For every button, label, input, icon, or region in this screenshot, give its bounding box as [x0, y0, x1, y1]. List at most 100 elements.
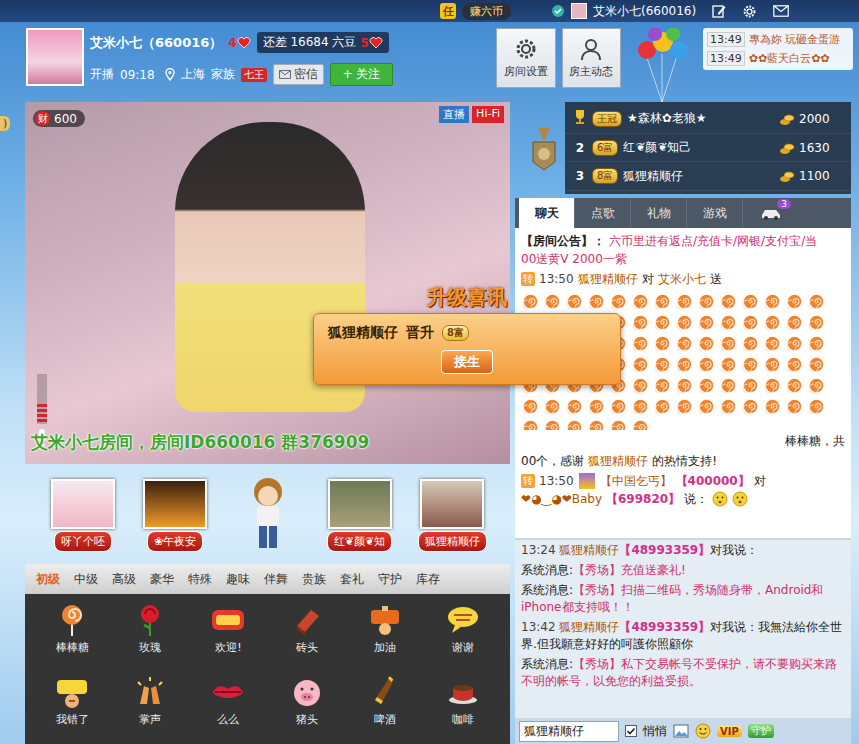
action-label[interactable]: 房主动态 — [569, 64, 613, 79]
gift-icon — [289, 674, 325, 710]
system-message: 系统消息:【秀场】私下交易帐号不受保护，请不要购买来路不明的帐号，以免您的利益受… — [521, 656, 845, 690]
family-tag[interactable]: 七王 — [241, 68, 267, 82]
lollipop-icon — [589, 294, 604, 309]
notice-item[interactable]: 13:49專為妳 玩砸金蛋游 — [707, 32, 849, 47]
audience-avatar — [328, 479, 392, 529]
room-action-button[interactable]: 房间设置 — [496, 28, 555, 88]
gift-tab[interactable]: 豪华 — [143, 565, 181, 594]
gift-icon — [367, 674, 403, 710]
lollipop-icon — [611, 294, 626, 309]
sender-name[interactable]: 狐狸精顺仔 — [588, 452, 648, 470]
chat-tab[interactable]: 点歌 — [575, 198, 631, 228]
gift-item[interactable]: 谢谢 — [424, 602, 502, 674]
lollipop-icon — [743, 315, 758, 330]
lollipop-icon — [765, 399, 780, 414]
gift-item[interactable]: 猪头 — [267, 674, 345, 744]
follow-button[interactable]: + 关注 — [330, 63, 394, 86]
whisper-checkbox[interactable] — [625, 725, 637, 737]
task-link[interactable]: 任赚六币 — [440, 3, 511, 20]
gift-item[interactable]: 玫瑰 — [111, 602, 189, 674]
lollipop-icon — [765, 336, 780, 351]
popup-verb: 晋升 — [406, 324, 434, 342]
gift-item[interactable]: 掌声 — [111, 674, 189, 744]
receiver-name[interactable]: ❤◕‿◕❤Baby — [521, 490, 602, 508]
popup-box: 狐狸精顺仔晋升8富接生 — [313, 313, 621, 385]
gift-tab[interactable]: 套礼 — [333, 565, 371, 594]
next-level-number: 5 — [360, 36, 368, 50]
user-name[interactable]: 艾米小七(660016) — [593, 3, 696, 20]
chat-tab[interactable]: 聊天 — [519, 198, 575, 228]
target-select[interactable]: 狐狸精顺仔 — [519, 721, 619, 742]
sender-name[interactable]: 【中国乞丐】 — [600, 472, 672, 490]
audience-name: 狐狸精顺仔 — [418, 531, 487, 552]
settings-gear-icon — [742, 4, 757, 19]
gift-item[interactable]: 棒棒糖 — [33, 602, 111, 674]
upgrade-progress: 还差 16684 六豆5 — [257, 32, 389, 53]
host-name[interactable]: 艾米小七（660016） — [90, 34, 222, 52]
mascot[interactable] — [226, 476, 310, 552]
gift-item[interactable]: 砖头 — [267, 602, 345, 674]
gift-item[interactable]: 么么 — [189, 674, 267, 744]
receiver-name[interactable]: 艾米小七 — [658, 270, 706, 288]
live-label: 开播 — [90, 66, 114, 83]
gift-item[interactable]: 加油 — [346, 602, 424, 674]
gift-tab[interactable]: 趣味 — [219, 565, 257, 594]
gift-name: 么么 — [217, 712, 239, 727]
task-label[interactable]: 赚六币 — [462, 3, 511, 20]
audience-member[interactable]: 红❦颜❦知 — [318, 479, 402, 552]
audience-member[interactable]: ❀午夜安 — [133, 479, 217, 552]
action-label[interactable]: 房间设置 — [504, 64, 548, 79]
sender-name[interactable]: 狐狸精顺仔 — [559, 543, 619, 557]
lollipop-icon — [787, 378, 802, 393]
private-message: 13:24 狐狸精顺仔【48993359】对我说： — [521, 542, 845, 559]
guard-button[interactable]: 守护 — [748, 724, 774, 738]
car-tab[interactable]: 3 — [743, 198, 799, 228]
room-action-button[interactable]: 房主动态 — [562, 28, 621, 88]
private-log: 13:24 狐狸精顺仔【48993359】对我说：系统消息:【秀场】充值送豪礼!… — [515, 538, 851, 718]
side-tab[interactable]: ) — [0, 116, 10, 131]
audience-member[interactable]: 呀丫个呸 — [41, 479, 125, 552]
gift-tab[interactable]: 守护 — [371, 565, 409, 594]
rank-score: 1100 — [779, 169, 843, 183]
mic-meter — [37, 374, 47, 424]
ranking-row[interactable]: 38富狐狸精顺仔1100 — [565, 162, 851, 191]
notice-list: 13:49專為妳 玩砸金蛋游 13:49✿✿藍天白云✿✿ — [703, 28, 853, 70]
gift-item[interactable]: 我错了 — [33, 674, 111, 744]
gift-tab[interactable]: 初级 — [29, 565, 67, 594]
gift-item[interactable]: 咖啡 — [424, 674, 502, 744]
gift-item[interactable]: 欢迎! — [189, 602, 267, 674]
host-meta: 开播09:18上海家族七王密信+ 关注 — [90, 63, 490, 86]
ranking-row[interactable]: 王冠★森林✿老狼★2000 — [565, 105, 851, 134]
message-button[interactable]: 密信 — [273, 64, 324, 85]
gift-tab[interactable]: 库存 — [409, 565, 447, 594]
chat-tab[interactable]: 游戏 — [687, 198, 743, 228]
lollipop-icon — [677, 315, 692, 330]
gift-tab[interactable]: 高级 — [105, 565, 143, 594]
vip-button[interactable]: VIP — [717, 726, 742, 737]
gift-item[interactable]: 啤酒 — [346, 674, 424, 744]
ranking: 王冠★森林✿老狼★200026富红❦颜❦知己163038富狐狸精顺仔1100 — [515, 102, 851, 194]
top-bar: 任赚六币 艾米小七(660016) — [0, 0, 859, 22]
popup-button[interactable]: 接生 — [441, 350, 493, 374]
host-avatar[interactable] — [26, 28, 84, 86]
ranking-row[interactable]: 26富红❦颜❦知己1630 — [565, 134, 851, 163]
relay-tag: 转 — [521, 272, 535, 286]
popup-row: 狐狸精顺仔晋升8富 — [328, 324, 606, 342]
gift-tab[interactable]: 伴舞 — [257, 565, 295, 594]
message-label[interactable]: 密信 — [294, 66, 318, 83]
lollipop-icon — [765, 378, 780, 393]
rank-mark: 3 — [573, 169, 587, 183]
sender-name[interactable]: 狐狸精顺仔 — [559, 620, 619, 634]
gift-tab[interactable]: 特殊 — [181, 565, 219, 594]
gift-thanks: 00个，感谢狐狸精顺仔的热情支持! — [521, 452, 845, 470]
audience-name: 呀丫个呸 — [54, 531, 112, 552]
sender-name[interactable]: 狐狸精顺仔 — [578, 270, 638, 288]
system-label: 系统消息: — [521, 563, 573, 577]
lollipop-icon — [545, 420, 560, 430]
audience-member[interactable]: 狐狸精顺仔 — [410, 479, 494, 552]
gift-tab[interactable]: 贵族 — [295, 565, 333, 594]
chat-tab[interactable]: 礼物 — [631, 198, 687, 228]
notice-item[interactable]: 13:49✿✿藍天白云✿✿ — [707, 51, 849, 66]
gift-tab[interactable]: 中级 — [67, 565, 105, 594]
lollipop-icon — [655, 357, 670, 372]
